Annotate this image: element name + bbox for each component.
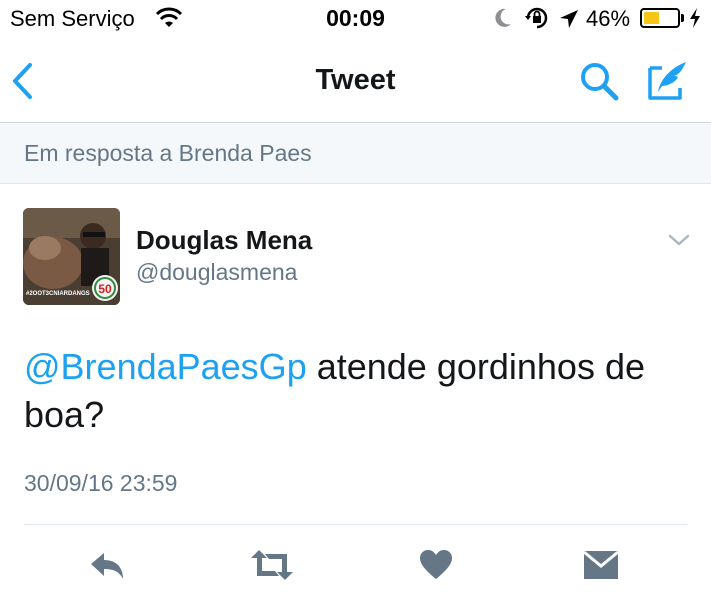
timestamp: 30/09/16 23:59 bbox=[24, 470, 178, 496]
like-icon[interactable] bbox=[419, 549, 453, 586]
author-name[interactable]: Douglas Mena bbox=[136, 225, 312, 256]
mention-link[interactable]: @BrendaPaesGp bbox=[24, 346, 307, 387]
status-bar: Sem Serviço 00:09 46% bbox=[0, 0, 711, 40]
battery-level-fill bbox=[644, 12, 659, 24]
moon-icon bbox=[493, 7, 513, 34]
author-handle[interactable]: @douglasmena bbox=[136, 259, 297, 286]
battery-icon bbox=[640, 8, 680, 28]
direct-message-icon[interactable] bbox=[583, 549, 619, 586]
avatar-badge-text: #2OOT3CNIARDANGS bbox=[26, 291, 90, 297]
reply-context-text: Em resposta a Brenda Paes bbox=[24, 140, 312, 166]
compose-tweet-icon[interactable] bbox=[646, 58, 690, 107]
tweet-text: @BrendaPaesGp atende gordinhos de boa? bbox=[24, 343, 684, 439]
nav-bar: Tweet bbox=[0, 40, 711, 123]
divider bbox=[24, 524, 687, 525]
battery-tip bbox=[681, 14, 684, 22]
reply-context-banner[interactable]: Em resposta a Brenda Paes bbox=[0, 123, 711, 184]
search-icon[interactable] bbox=[578, 60, 620, 107]
retweet-icon[interactable] bbox=[249, 549, 295, 586]
battery-percent: 46% bbox=[586, 6, 631, 31]
chevron-down-icon[interactable] bbox=[667, 232, 691, 253]
avatar-badge-number: 50 bbox=[98, 282, 112, 296]
avatar[interactable]: 50 #2OOT3CNIARDANGS bbox=[23, 208, 120, 305]
location-arrow-icon bbox=[558, 8, 580, 35]
charging-bolt-icon bbox=[688, 7, 702, 34]
rotation-lock-icon bbox=[524, 6, 550, 35]
reply-icon[interactable] bbox=[88, 549, 126, 588]
